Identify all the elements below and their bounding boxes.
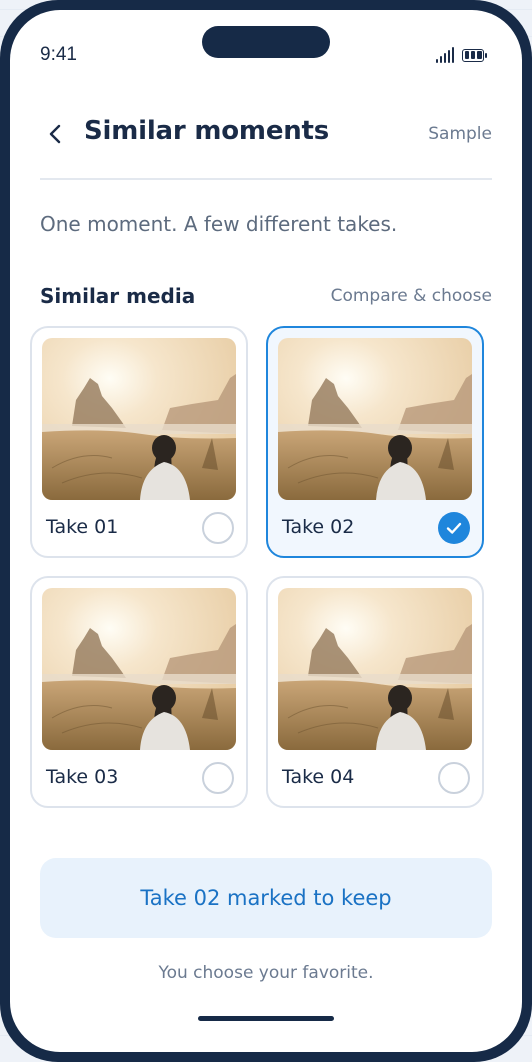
battery-icon [462,48,487,62]
dynamic-island [202,26,330,58]
chevron-left-icon[interactable] [44,122,68,146]
take-card-3[interactable]: Take 03 [30,576,248,808]
take-label: Take 02 [282,516,355,538]
status-time: 9:41 [40,44,77,65]
select-radio[interactable] [202,512,234,544]
header: Similar moments Sample [40,110,492,160]
take-thumbnail[interactable] [42,338,236,500]
page-subtitle: One moment. A few different takes. [40,212,398,236]
beach-photo [42,588,236,750]
phone-frame: 9:41 Similar moments Sample One moment. … [0,0,532,1062]
take-card-4[interactable]: Take 04 [266,576,484,808]
take-label: Take 04 [282,766,355,788]
keep-banner[interactable]: Take 02 marked to keep [40,858,492,938]
beach-photo [278,588,472,750]
status-icons [436,47,487,63]
select-radio[interactable] [202,762,234,794]
keep-banner-label: Take 02 marked to keep [140,886,392,910]
take-thumbnail[interactable] [278,588,472,750]
app-screen: 9:41 Similar moments Sample One moment. … [10,10,522,1052]
check-icon [446,522,462,534]
take-card-2[interactable]: Take 02 [266,326,484,558]
take-thumbnail[interactable] [278,338,472,500]
header-divider [40,178,492,180]
take-thumbnail[interactable] [42,588,236,750]
selected-radio[interactable] [438,512,470,544]
beach-photo [278,338,472,500]
compare-choose-link[interactable]: Compare & choose [331,286,492,306]
take-card-1[interactable]: Take 01 [30,326,248,558]
footer-note: You choose your favorite. [158,963,374,983]
page-title: Similar moments [84,116,330,146]
take-label: Take 01 [46,516,119,538]
take-label: Take 03 [46,766,119,788]
sample-button[interactable]: Sample [428,124,492,144]
beach-photo [42,338,236,500]
select-radio[interactable] [438,762,470,794]
cellular-signal-icon [436,47,454,63]
section-title: Similar media [40,284,196,308]
home-indicator[interactable] [198,1016,334,1021]
